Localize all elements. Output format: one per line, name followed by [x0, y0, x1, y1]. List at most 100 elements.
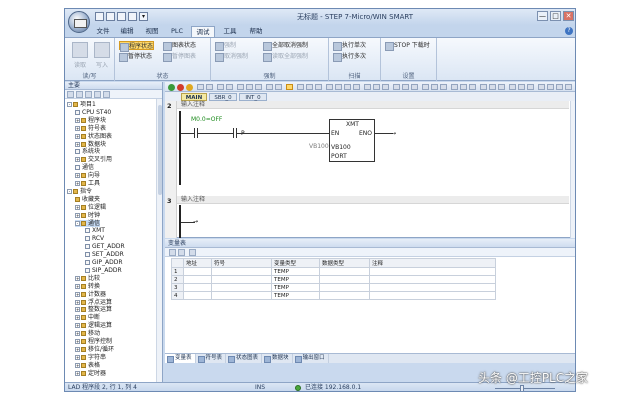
app-menu-logo-icon[interactable]	[68, 11, 90, 33]
expand-icon[interactable]: +	[75, 141, 80, 147]
tree-node[interactable]: GIP_ADDR	[85, 259, 123, 266]
comment-cell[interactable]	[369, 283, 496, 292]
tree-node[interactable]: SIP_ADDR	[85, 267, 122, 274]
tab-help[interactable]: 帮助	[245, 26, 267, 37]
tab-tools[interactable]: 工具	[219, 26, 241, 37]
tree-node[interactable]: + 符号表	[75, 125, 106, 132]
tab-plc[interactable]: PLC	[167, 26, 187, 37]
expand-icon[interactable]: +	[75, 339, 80, 344]
read-button[interactable]: 读取	[69, 42, 91, 72]
ladder-area[interactable]: 2 输入注释 M0.0=OFF P XMT EN ENO → VB100 VB1…	[165, 101, 575, 238]
unforce-button[interactable]: 取消强制	[215, 52, 248, 62]
insert-row-icon[interactable]	[169, 249, 176, 256]
expand-icon[interactable]: +	[75, 346, 80, 352]
tab-symbol-table[interactable]: 符号表	[196, 354, 227, 363]
dropdown-arrow-icon[interactable]: ▾	[139, 12, 148, 21]
expand-icon[interactable]: +	[75, 212, 80, 218]
tree-node[interactable]: RCV	[85, 235, 104, 242]
line-left-icon[interactable]	[344, 84, 351, 90]
stop-download-button[interactable]: STOP 下载时	[385, 41, 430, 51]
tree-node[interactable]: + 计数器	[75, 291, 106, 298]
tool-icon[interactable]	[556, 84, 563, 90]
tool-icon[interactable]	[460, 84, 467, 90]
tool-icon[interactable]	[440, 84, 447, 90]
symbol-cell[interactable]	[211, 291, 272, 300]
tree-node[interactable]: 系统块	[75, 148, 100, 155]
tool-icon[interactable]	[489, 84, 496, 90]
coil-icon[interactable]	[306, 84, 313, 90]
expand-icon[interactable]: +	[75, 204, 80, 210]
var-type-cell[interactable]: TEMP	[271, 267, 320, 276]
tree-node[interactable]: - 项目1	[67, 101, 96, 108]
refresh-icon[interactable]	[189, 249, 196, 256]
symbol-cell[interactable]	[211, 283, 272, 292]
tool-icon[interactable]	[382, 84, 389, 90]
unforce-all-button[interactable]: 全部取消强制	[263, 41, 308, 51]
tree-node[interactable]: + 转换	[75, 283, 100, 290]
expand-icon[interactable]: +	[75, 181, 80, 186]
expand-icon[interactable]: +	[75, 354, 80, 360]
row-number[interactable]: 4	[171, 291, 184, 300]
tree-node[interactable]: 通信	[75, 164, 94, 171]
table-row[interactable]: 4 TEMP	[171, 291, 496, 300]
tool-icon[interactable]	[431, 84, 438, 90]
tab-view[interactable]: 视图	[141, 26, 163, 37]
tree-node[interactable]: + 状态图表	[75, 133, 112, 140]
var-type-cell[interactable]: TEMP	[271, 283, 320, 292]
var-type-cell[interactable]: TEMP	[271, 275, 320, 284]
tool-icon[interactable]	[518, 84, 525, 90]
tree-node[interactable]: + 移位/循环	[75, 346, 114, 353]
tree-node[interactable]: + 定时器	[75, 370, 106, 377]
write-button[interactable]: 写入	[91, 42, 113, 72]
tool-icon[interactable]	[565, 84, 572, 90]
tree-tool-icon[interactable]	[94, 91, 101, 98]
toggle-symbol-icon[interactable]	[275, 84, 282, 90]
comment-cell[interactable]	[369, 275, 496, 284]
tree-node[interactable]: CPU ST40	[75, 109, 111, 116]
var-type-cell[interactable]: TEMP	[271, 291, 320, 300]
tree-node[interactable]: + 工具	[75, 180, 100, 187]
tree-tool-icon[interactable]	[76, 91, 83, 98]
tbl-parameter[interactable]: VB100	[309, 143, 329, 150]
tree-node[interactable]: XMT	[85, 227, 105, 234]
maximize-button[interactable]: □	[550, 11, 561, 21]
delete-icon[interactable]	[226, 84, 233, 90]
expand-icon[interactable]: +	[75, 299, 80, 305]
comment-cell[interactable]	[369, 267, 496, 276]
execute-multiple-button[interactable]: 执行多次	[333, 52, 366, 62]
compile-icon[interactable]	[186, 84, 193, 91]
bookmark-next-icon[interactable]	[246, 84, 253, 90]
table-row[interactable]: 1 TEMP	[171, 267, 496, 276]
new-file-icon[interactable]	[95, 12, 104, 21]
tool-icon[interactable]	[364, 84, 371, 90]
tab-status-chart[interactable]: 状态图表	[226, 354, 263, 363]
run-icon[interactable]	[168, 84, 175, 91]
tree-node[interactable]: - 指令	[67, 188, 92, 195]
box-icon[interactable]	[315, 84, 322, 90]
symbol-cell[interactable]	[211, 267, 272, 276]
tab-debug[interactable]: 调试	[191, 26, 215, 37]
row-number[interactable]: 2	[171, 275, 184, 284]
address-cell[interactable]	[183, 275, 212, 284]
address-cell[interactable]	[183, 267, 212, 276]
tab-file[interactable]: 文件	[93, 26, 113, 37]
tool-icon[interactable]	[451, 84, 458, 90]
tool-icon[interactable]	[480, 84, 487, 90]
expand-icon[interactable]: +	[75, 275, 80, 281]
tool-icon[interactable]	[373, 84, 380, 90]
close-button[interactable]: ✕	[563, 11, 574, 21]
contact-address[interactable]: M0.0=OFF	[191, 116, 222, 123]
tree-node[interactable]: + 向导	[75, 172, 100, 179]
contact-icon[interactable]	[297, 84, 304, 90]
execute-single-button[interactable]: 执行单次	[333, 41, 366, 51]
line-up-icon[interactable]	[326, 84, 333, 90]
tree-node[interactable]: + 中断	[75, 314, 100, 321]
expand-icon[interactable]: +	[75, 307, 80, 313]
tool-icon[interactable]	[402, 84, 409, 90]
expand-icon[interactable]: +	[75, 117, 80, 123]
tool-icon[interactable]	[422, 84, 429, 90]
program-status-toggle-icon[interactable]	[286, 84, 293, 90]
save-icon[interactable]	[117, 12, 126, 21]
line-down-icon[interactable]	[335, 84, 342, 90]
tree-node[interactable]: + 比较	[75, 275, 100, 282]
